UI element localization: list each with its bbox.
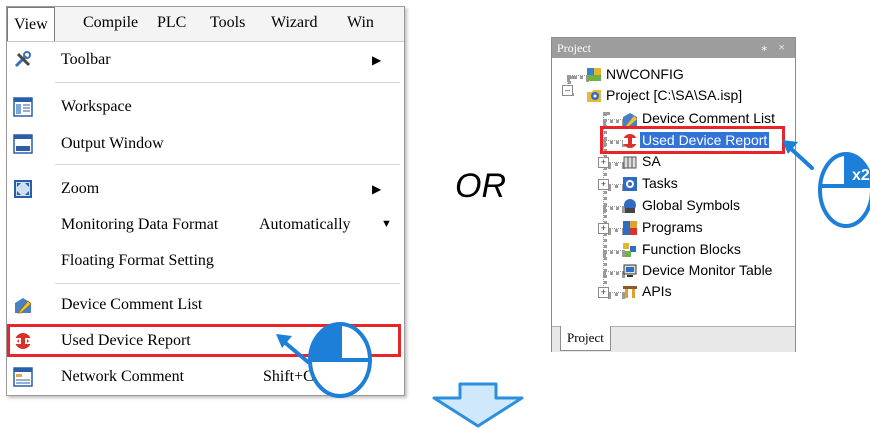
network-comment-icon (13, 367, 33, 387)
tree-highlight-box (600, 126, 785, 154)
monitoring-format-value[interactable]: Automatically (259, 216, 351, 234)
project-tree: – + + + + NWCONFIG Project [C:\SA\SA.isp… (552, 58, 795, 313)
device-comment-icon (13, 295, 33, 315)
menu-item-zoom[interactable]: Zoom ▶ (7, 176, 404, 204)
menubar-wizard[interactable]: Wizard (271, 14, 317, 32)
down-arrow-icon (432, 382, 524, 428)
project-panel-header: Project ⁎ × (552, 38, 795, 58)
function-blocks-icon (622, 242, 638, 258)
menubar-window[interactable]: Win (347, 14, 374, 32)
submenu-arrow-icon: ▶ (372, 53, 382, 67)
workspace-icon (13, 97, 33, 117)
submenu-arrow-icon: ▶ (372, 182, 382, 196)
menu-separator (55, 283, 400, 284)
plc-icon (622, 154, 638, 170)
menu-separator (55, 164, 400, 165)
project-panel-title: Project (557, 41, 591, 55)
or-label: OR (455, 167, 506, 205)
tools-icon (13, 50, 33, 70)
zoom-icon (13, 179, 33, 199)
menubar: View Compile PLC Tools Wizard Win (7, 7, 404, 42)
nwconfig-icon (586, 67, 602, 83)
expand-toggle[interactable]: + (598, 157, 609, 168)
project-panel: Project ⁎ × – + + + + NWCONFIG Project [… (551, 37, 796, 352)
project-icon (586, 88, 602, 104)
menu-item-output-window[interactable]: Output Window (7, 131, 404, 159)
menubar-compile[interactable]: Compile (83, 14, 138, 32)
apis-icon (622, 284, 638, 300)
double-click-badge: x2 (852, 167, 870, 184)
menu-item-toolbar[interactable]: Toolbar ▶ (7, 47, 404, 75)
mouse-double-click-icon: x2 (782, 140, 870, 228)
menu-item-floating-format-setting[interactable]: Floating Format Setting (7, 248, 404, 276)
expand-toggle[interactable]: + (598, 179, 609, 190)
menubar-tools[interactable]: Tools (210, 14, 245, 32)
menu-item-monitoring-data-format[interactable]: Monitoring Data Format Automatically ▼ (7, 212, 404, 240)
output-window-icon (13, 134, 33, 154)
device-monitor-icon (622, 263, 638, 279)
tasks-icon (622, 176, 638, 192)
collapse-toggle[interactable]: – (562, 85, 573, 96)
global-symbols-icon (622, 198, 638, 214)
project-tab-bar: Project (552, 326, 795, 352)
menubar-view[interactable]: View (7, 7, 55, 41)
expand-toggle[interactable]: + (598, 223, 609, 234)
dropdown-arrow-icon[interactable]: ▼ (381, 218, 392, 230)
menu-separator (55, 82, 400, 83)
expand-toggle[interactable]: + (598, 287, 609, 298)
device-comment-icon (622, 111, 638, 127)
mouse-click-icon (276, 322, 372, 398)
menubar-plc[interactable]: PLC (157, 14, 186, 32)
panel-header-buttons[interactable]: ⁎ × (761, 40, 789, 55)
programs-icon (622, 220, 638, 236)
menu-item-workspace[interactable]: Workspace (7, 94, 404, 122)
tab-project[interactable]: Project (560, 326, 611, 351)
